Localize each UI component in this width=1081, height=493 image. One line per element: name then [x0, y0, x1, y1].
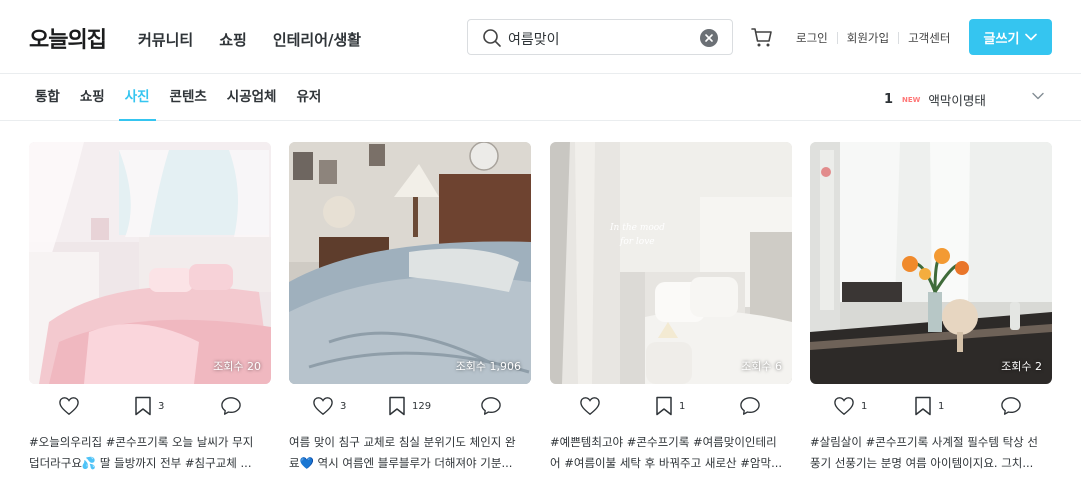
- photo-card[interactable]: 조회수 20 3 #오늘의우리집 #콘수프기록 오늘 날씨가 무지 덥더라구요💦…: [29, 142, 271, 470]
- scrap-button[interactable]: 129: [388, 396, 431, 416]
- scrap-button[interactable]: 1: [914, 396, 944, 416]
- nav-community[interactable]: 커뮤니티: [138, 29, 193, 50]
- login-link[interactable]: 로그인: [796, 30, 828, 46]
- card-actions: 3 129: [289, 396, 531, 418]
- like-button[interactable]: 3: [312, 396, 346, 416]
- clear-search-icon[interactable]: [700, 29, 718, 47]
- search-result-tabs-bar: 통합 쇼핑 사진 콘텐츠 시공업체 유저 1 NEW 액막이명태: [0, 74, 1081, 121]
- divider: [898, 32, 900, 44]
- write-button-label: 글쓰기: [983, 31, 1020, 47]
- caption-line: 덥더라구요💦 딸 들방까지 전부 #침구교체 ...: [29, 456, 252, 470]
- scrap-button[interactable]: 3: [134, 396, 164, 416]
- card-actions: 3: [29, 396, 271, 418]
- scrap-count: 1: [938, 400, 945, 412]
- tab-contractors[interactable]: 시공업체: [227, 74, 277, 121]
- bookmark-icon: [389, 396, 405, 416]
- comment-button[interactable]: [480, 396, 508, 416]
- like-count: 3: [340, 400, 347, 412]
- bedroom-pink-photo: [29, 142, 271, 384]
- card-caption[interactable]: #살림살이 #콘수프기록 사계절 필수템 탁상 선 풍기 선풍기는 분명 여름 …: [810, 432, 1052, 474]
- like-button[interactable]: [579, 396, 607, 416]
- search-icon: [483, 29, 501, 47]
- comment-icon: [481, 397, 501, 415]
- caption-line: #살림살이 #콘수프기록 사계절 필수템 탁상 선: [810, 435, 1038, 449]
- tab-shopping[interactable]: 쇼핑: [80, 74, 105, 121]
- card-actions: 1: [550, 396, 792, 418]
- like-button[interactable]: 1: [833, 396, 867, 416]
- caption-line: 료💙 역시 여름엔 블루블루가 더해져야 기분...: [289, 456, 513, 470]
- view-count: 조회수 20: [213, 360, 261, 373]
- bookmark-icon: [915, 396, 931, 416]
- card-actions: 1 1: [810, 396, 1052, 418]
- nav-interior[interactable]: 인테리어/생활: [273, 29, 361, 50]
- write-button[interactable]: 글쓰기: [969, 19, 1052, 55]
- scrap-count: 1: [679, 400, 686, 412]
- trending-keyword-text: 액막이명태: [928, 93, 986, 108]
- bedroom-white-photo: In the mood for love: [550, 142, 792, 384]
- signup-link[interactable]: 회원가입: [847, 30, 889, 46]
- photo-thumbnail[interactable]: 조회수 2: [810, 142, 1052, 384]
- comment-icon: [740, 397, 760, 415]
- view-count: 조회수 1,906: [455, 360, 521, 373]
- caption-line: 여름 맞이 침구 교체로 침실 분위기도 체인지 완: [289, 435, 516, 449]
- logo[interactable]: 오늘의집: [29, 22, 107, 54]
- scrap-button[interactable]: 1: [655, 396, 685, 416]
- chevron-down-icon: [1025, 33, 1038, 41]
- comment-button[interactable]: [220, 396, 248, 416]
- caption-line: 어 #여름이불 세탁 후 바꿔주고 새로산 #암막...: [550, 456, 783, 470]
- photo-card[interactable]: 조회수 1,906 3 129 여름 맞이 침구 교체로 침실 분위기도 체인지…: [289, 142, 531, 470]
- account-links: 로그인 회원가입 고객센터: [796, 30, 950, 46]
- search-input[interactable]: 여름맞이: [508, 29, 560, 49]
- comment-icon: [221, 397, 241, 415]
- scrap-count: 3: [158, 400, 165, 412]
- trending-rank: 1: [884, 92, 894, 107]
- customer-center-link[interactable]: 고객센터: [908, 30, 950, 46]
- result-tabs: 통합 쇼핑 사진 콘텐츠 시공업체 유저: [35, 74, 341, 121]
- comment-button[interactable]: [739, 396, 767, 416]
- caption-line: #예쁜템최고야 #콘수프기록 #여름맞이인테리: [550, 435, 777, 449]
- search-box[interactable]: 여름맞이: [467, 19, 733, 55]
- photo-thumbnail[interactable]: In the mood for love 조회수 6: [550, 142, 792, 384]
- photo-card[interactable]: In the mood for love 조회수 6 1 #예쁜템최고야 #콘수…: [550, 142, 792, 470]
- svg-text:In the mood: In the mood: [609, 223, 665, 233]
- card-caption[interactable]: 여름 맞이 침구 교체로 침실 분위기도 체인지 완 료💙 역시 여름엔 블루블…: [289, 432, 531, 474]
- svg-text:for love: for love: [619, 237, 655, 247]
- trending-keyword[interactable]: 1 NEW 액막이명태: [884, 90, 986, 109]
- photo-thumbnail[interactable]: 조회수 1,906: [289, 142, 531, 384]
- top-header: 오늘의집 커뮤니티 쇼핑 인테리어/생활 여름맞이 로그인 회원가입 고객센터 …: [0, 0, 1081, 74]
- photo-thumbnail[interactable]: 조회수 20: [29, 142, 271, 384]
- photo-card[interactable]: 조회수 2 1 1 #살림살이 #콘수프기록 사계절 필수템 탁상 선 풍기 선…: [810, 142, 1052, 470]
- bedroom-blue-photo: [289, 142, 531, 384]
- caption-line: #오늘의우리집 #콘수프기록 오늘 날씨가 무지: [29, 435, 254, 449]
- heart-icon: [834, 397, 854, 416]
- tab-contents[interactable]: 콘텐츠: [170, 74, 207, 121]
- view-count: 조회수 2: [1001, 360, 1042, 373]
- bookmark-icon: [656, 396, 672, 416]
- scrap-count: 129: [412, 400, 432, 412]
- main-nav: 커뮤니티 쇼핑 인테리어/생활: [138, 29, 361, 50]
- card-caption[interactable]: #오늘의우리집 #콘수프기록 오늘 날씨가 무지 덥더라구요💦 딸 들방까지 전…: [29, 432, 271, 474]
- nav-shopping[interactable]: 쇼핑: [219, 29, 247, 50]
- heart-icon: [580, 397, 600, 416]
- card-caption[interactable]: #예쁜템최고야 #콘수프기록 #여름맞이인테리 어 #여름이불 세탁 후 바꿔주…: [550, 432, 792, 474]
- chevron-down-icon[interactable]: [1031, 89, 1045, 103]
- like-button[interactable]: [58, 396, 86, 416]
- bookmark-icon: [135, 396, 151, 416]
- new-badge: NEW: [902, 95, 921, 104]
- like-count: 1: [861, 400, 868, 412]
- heart-icon: [313, 397, 333, 416]
- comment-icon: [1001, 397, 1021, 415]
- view-count: 조회수 6: [741, 360, 782, 373]
- divider: [836, 32, 838, 44]
- caption-line: 풍기 선풍기는 분명 여름 아이템이지요. 그치...: [810, 456, 1034, 470]
- tab-photos[interactable]: 사진: [118, 74, 156, 121]
- tab-all[interactable]: 통합: [35, 74, 60, 121]
- dining-room-photo: [810, 142, 1052, 384]
- comment-button[interactable]: [1000, 396, 1028, 416]
- heart-icon: [59, 397, 79, 416]
- tab-users[interactable]: 유저: [296, 74, 321, 121]
- cart-icon[interactable]: [750, 25, 774, 49]
